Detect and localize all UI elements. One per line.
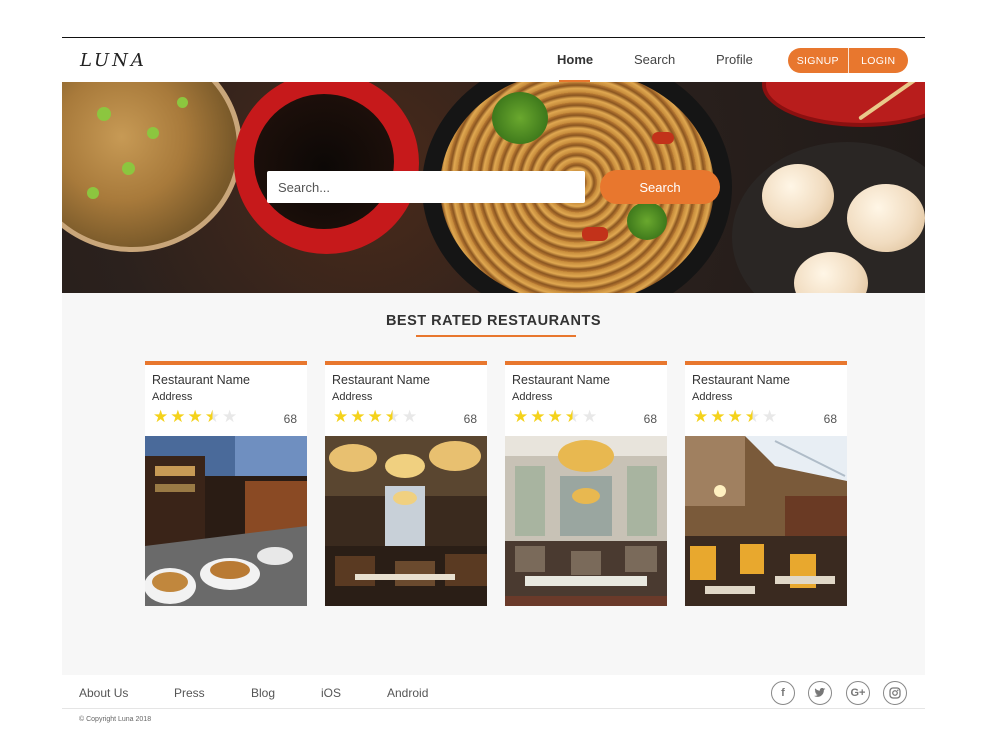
star-full-icon: ★ — [350, 407, 366, 427]
restaurant-name: Restaurant Name — [512, 373, 610, 387]
footer-link-about[interactable]: About Us — [79, 686, 128, 700]
footer-link-ios[interactable]: iOS — [321, 686, 341, 700]
hero-pepper — [652, 132, 674, 144]
restaurant-address: Address — [332, 391, 373, 403]
star-full-icon: ★ — [727, 407, 743, 427]
hero-banner: Search — [62, 82, 925, 293]
star-full-icon: ★ — [547, 407, 563, 427]
review-count: 68 — [823, 412, 837, 426]
hero-image-soy-bowl — [234, 82, 419, 254]
restaurant-name: Restaurant Name — [332, 373, 430, 387]
page-frame: LUNA Home Search Profile SIGNUP LOGIN Se… — [62, 37, 925, 730]
star-empty-icon: ★ — [402, 407, 418, 427]
auth-divider — [847, 48, 849, 73]
google-plus-icon[interactable]: G+ — [846, 681, 870, 705]
logo[interactable]: LUNA — [80, 50, 147, 71]
nav-home[interactable]: Home — [557, 52, 593, 67]
star-empty-icon: ★ — [222, 407, 238, 427]
footer-link-android[interactable]: Android — [387, 686, 428, 700]
nav-profile[interactable]: Profile — [716, 52, 753, 67]
star-half-icon: ★ — [384, 407, 400, 427]
restaurant-address: Address — [152, 391, 193, 403]
section-title: BEST RATED RESTAURANTS — [385, 313, 602, 329]
star-half-icon: ★ — [564, 407, 580, 427]
hero-image-rice-bowl — [62, 82, 242, 252]
facebook-icon[interactable]: f — [771, 681, 795, 705]
search-button[interactable]: Search — [600, 170, 720, 204]
restaurant-card[interactable]: Restaurant Name Address ★ ★ ★ ★ ★ 68 — [145, 361, 307, 606]
best-rated-section: BEST RATED RESTAURANTS Restaurant Name A… — [62, 293, 925, 675]
hero-garnish — [97, 107, 111, 121]
footer-divider — [62, 708, 925, 709]
footer-link-press[interactable]: Press — [174, 686, 205, 700]
footer-link-blog[interactable]: Blog — [251, 686, 275, 700]
star-empty-icon: ★ — [762, 407, 778, 427]
star-full-icon: ★ — [153, 407, 169, 427]
instagram-icon[interactable] — [883, 681, 907, 705]
star-rating: ★ ★ ★ ★ ★ — [333, 409, 417, 426]
section-title-underline — [416, 335, 576, 337]
review-count: 68 — [643, 412, 657, 426]
footer: About Us Press Blog iOS Android f G+ © C… — [62, 675, 925, 730]
twitter-icon[interactable] — [808, 681, 832, 705]
search-input[interactable] — [267, 171, 585, 203]
hero-soy-sauce — [254, 94, 394, 229]
restaurant-address: Address — [692, 391, 733, 403]
star-rating: ★ ★ ★ ★ ★ — [153, 409, 237, 426]
star-full-icon: ★ — [333, 407, 349, 427]
hero-pepper — [582, 227, 608, 241]
star-half-icon: ★ — [204, 407, 220, 427]
star-full-icon: ★ — [367, 407, 383, 427]
star-full-icon: ★ — [187, 407, 203, 427]
hero-broccoli — [492, 92, 548, 144]
review-count: 68 — [283, 412, 297, 426]
star-rating: ★ ★ ★ ★ ★ — [513, 409, 597, 426]
restaurant-photo — [145, 436, 307, 606]
nav-search[interactable]: Search — [634, 52, 675, 67]
hero-garnish — [147, 127, 159, 139]
star-full-icon: ★ — [530, 407, 546, 427]
star-full-icon: ★ — [710, 407, 726, 427]
star-full-icon: ★ — [513, 407, 529, 427]
hero-garnish — [177, 97, 188, 108]
restaurant-address: Address — [512, 391, 553, 403]
hero-garnish — [87, 187, 99, 199]
hero-dumpling — [847, 184, 925, 252]
hero-broccoli — [627, 202, 667, 240]
hero-garnish — [122, 162, 135, 175]
auth-buttons: SIGNUP LOGIN — [788, 48, 908, 73]
restaurant-name: Restaurant Name — [152, 373, 250, 387]
star-half-icon: ★ — [744, 407, 760, 427]
hero-dumpling — [762, 164, 834, 228]
restaurant-card[interactable]: Restaurant Name Address ★ ★ ★ ★ ★ 68 — [505, 361, 667, 606]
restaurant-card[interactable]: Restaurant Name Address ★ ★ ★ ★ ★ 68 — [685, 361, 847, 606]
restaurant-photo — [505, 436, 667, 606]
login-button[interactable]: LOGIN — [849, 48, 909, 73]
restaurant-photo — [685, 436, 847, 606]
restaurant-name: Restaurant Name — [692, 373, 790, 387]
review-count: 68 — [463, 412, 477, 426]
star-full-icon: ★ — [170, 407, 186, 427]
restaurant-card[interactable]: Restaurant Name Address ★ ★ ★ ★ ★ 68 — [325, 361, 487, 606]
top-navbar: LUNA Home Search Profile SIGNUP LOGIN — [62, 38, 925, 82]
copyright-text: © Copyright Luna 2018 — [79, 716, 152, 723]
star-full-icon: ★ — [693, 407, 709, 427]
hero-image-dumpling-plate — [732, 142, 925, 293]
signup-button[interactable]: SIGNUP — [788, 48, 848, 73]
star-empty-icon: ★ — [582, 407, 598, 427]
hero-dumpling — [794, 252, 868, 293]
star-rating: ★ ★ ★ ★ ★ — [693, 409, 777, 426]
restaurant-photo — [325, 436, 487, 606]
